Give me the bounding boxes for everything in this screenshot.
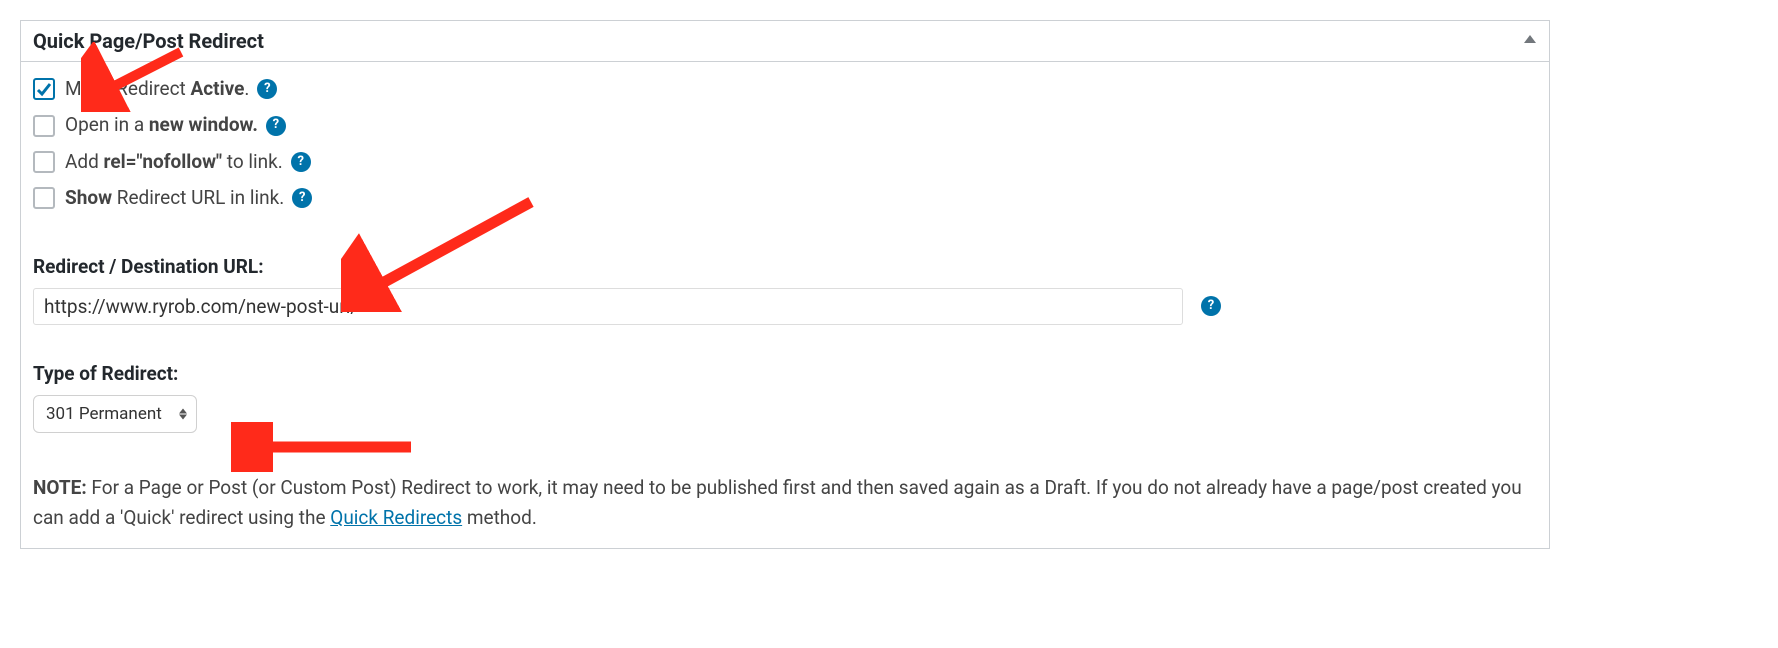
- redirect-type-select-wrap: 301 Permanent: [33, 395, 197, 433]
- label-make-active: Make Redirect Active.: [65, 74, 249, 104]
- destination-url-input[interactable]: [33, 288, 1183, 325]
- note-body: For a Page or Post (or Custom Post) Redi…: [33, 476, 1522, 528]
- option-nofollow: Add rel="nofollow" to link. ?: [33, 147, 1537, 177]
- type-field-label: Type of Redirect:: [33, 359, 1537, 389]
- note-tail: method.: [462, 506, 537, 529]
- help-icon[interactable]: ?: [266, 116, 286, 136]
- checkbox-make-active[interactable]: [33, 78, 55, 100]
- text-strong: new window.: [149, 113, 258, 136]
- quick-redirects-link[interactable]: Quick Redirects: [330, 506, 462, 529]
- text: Add: [65, 150, 104, 173]
- help-icon[interactable]: ?: [292, 188, 312, 208]
- label-show-url: Show Redirect URL in link.: [65, 183, 284, 213]
- text: Open in a: [65, 113, 149, 136]
- note-text: NOTE: For a Page or Post (or Custom Post…: [33, 473, 1537, 532]
- metabox-header: Quick Page/Post Redirect: [21, 21, 1549, 62]
- option-make-active: Make Redirect Active. ?: [33, 74, 1537, 104]
- text: Redirect URL in link.: [112, 186, 284, 209]
- checkbox-nofollow[interactable]: [33, 151, 55, 173]
- help-icon[interactable]: ?: [257, 79, 277, 99]
- help-icon[interactable]: ?: [291, 152, 311, 172]
- annotation-arrow-icon: [231, 422, 421, 472]
- check-icon: [36, 81, 52, 97]
- redirect-type-select[interactable]: 301 Permanent: [33, 395, 197, 433]
- text-strong: Active: [191, 77, 245, 100]
- text-strong: Show: [65, 186, 112, 209]
- option-show-url: Show Redirect URL in link. ?: [33, 183, 1537, 213]
- text-strong: rel="nofollow": [104, 150, 223, 173]
- redirect-metabox: Quick Page/Post Redirect Make Redirect A…: [20, 20, 1550, 549]
- checkbox-show-url[interactable]: [33, 187, 55, 209]
- metabox-body: Make Redirect Active. ? Open in a new wi…: [21, 62, 1549, 548]
- url-field-label: Redirect / Destination URL:: [33, 252, 1537, 282]
- note-prefix: NOTE:: [33, 476, 87, 499]
- text: Make Redirect: [65, 77, 191, 100]
- label-new-window: Open in a new window.: [65, 110, 258, 140]
- collapse-toggle[interactable]: [1523, 32, 1537, 50]
- label-nofollow: Add rel="nofollow" to link.: [65, 147, 283, 177]
- text: .: [244, 77, 249, 100]
- text: to link.: [222, 150, 283, 173]
- option-new-window: Open in a new window. ?: [33, 110, 1537, 140]
- panel-title: Quick Page/Post Redirect: [33, 29, 264, 53]
- url-row: ?: [33, 288, 1537, 325]
- help-icon[interactable]: ?: [1201, 296, 1221, 316]
- triangle-up-icon: [1523, 32, 1537, 46]
- checkbox-new-window[interactable]: [33, 115, 55, 137]
